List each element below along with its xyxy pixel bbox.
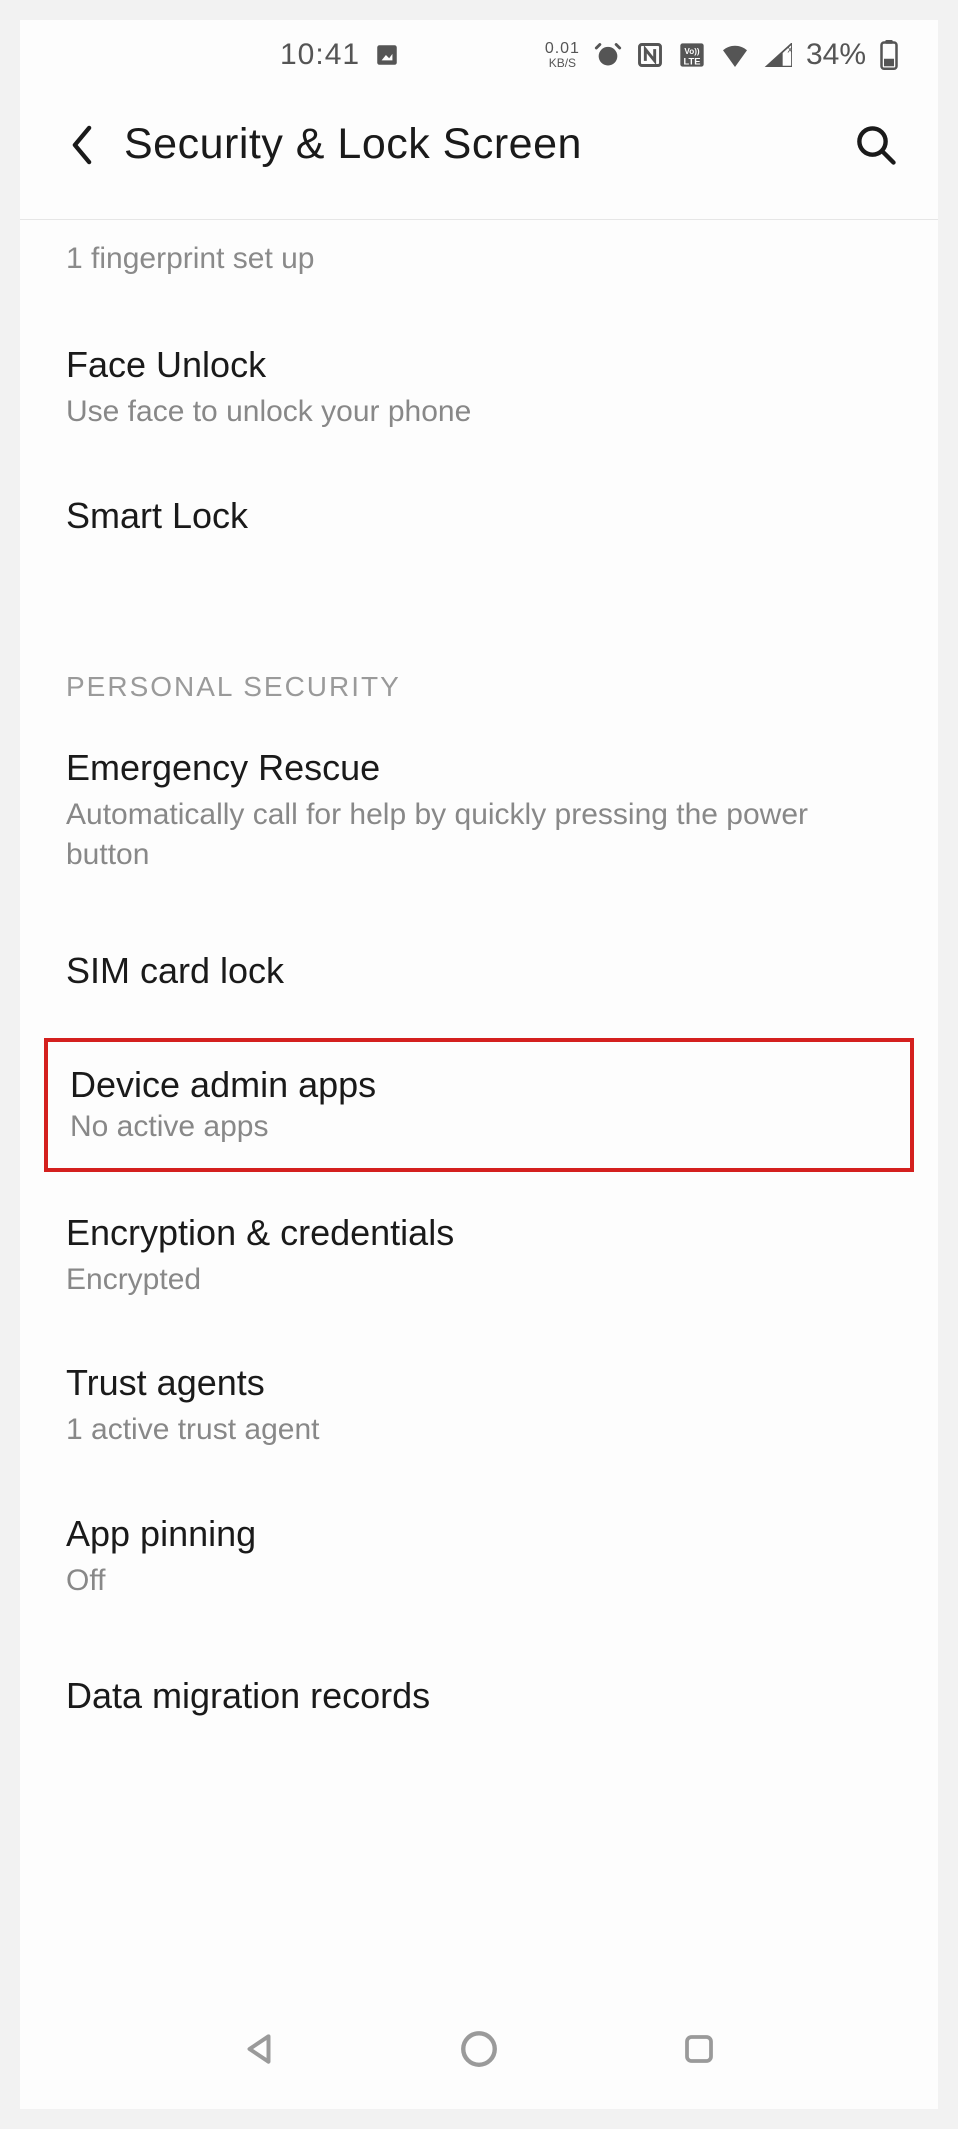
item-sub: Automatically call for help by quickly p…: [66, 795, 892, 876]
settings-list: 1 fingerprint set up Face Unlock Use fac…: [20, 220, 938, 1751]
search-button[interactable]: [854, 123, 898, 167]
item-title: Smart Lock: [66, 495, 892, 537]
item-sub: 1 active trust agent: [66, 1410, 892, 1451]
nav-bar: [20, 1989, 938, 2109]
item-sim-card-lock[interactable]: SIM card lock: [20, 910, 938, 1032]
item-smart-lock[interactable]: Smart Lock: [20, 467, 938, 571]
network-speed: 0.01 KB/S: [545, 41, 580, 69]
nav-home[interactable]: [454, 2024, 504, 2074]
back-button[interactable]: [62, 125, 102, 165]
item-title: App pinning: [66, 1513, 892, 1555]
item-emergency-rescue[interactable]: Emergency Rescue Automatically call for …: [20, 719, 938, 910]
svg-text:Vo)): Vo)): [684, 47, 700, 56]
battery-icon: [880, 40, 898, 70]
settings-screen: 10:41 0.01 KB/S Vo))LTE x: [20, 20, 938, 2109]
status-left: 10:41: [280, 38, 400, 72]
item-device-admin-apps[interactable]: Device admin apps No active apps: [44, 1038, 914, 1172]
page-header: Security & Lock Screen: [20, 90, 938, 220]
item-sub: 1 fingerprint set up: [66, 242, 892, 276]
nav-recent[interactable]: [674, 2024, 724, 2074]
item-encryption[interactable]: Encryption & credentials Encrypted: [20, 1184, 938, 1335]
item-title: Data migration records: [66, 1675, 892, 1717]
item-sub: Encrypted: [66, 1260, 892, 1301]
clock: 10:41: [280, 38, 360, 72]
volte-icon: Vo))LTE: [678, 41, 706, 69]
item-sub: Use face to unlock your phone: [66, 392, 892, 433]
alarm-icon: [594, 41, 622, 69]
nfc-icon: [636, 41, 664, 69]
wifi-icon: [720, 43, 750, 67]
battery-pct: 34%: [806, 38, 866, 72]
item-app-pinning[interactable]: App pinning Off: [20, 1485, 938, 1636]
signal-icon: x: [764, 43, 792, 67]
nav-back[interactable]: [234, 2024, 284, 2074]
item-title: Encryption & credentials: [66, 1212, 892, 1254]
status-bar: 10:41 0.01 KB/S Vo))LTE x: [20, 20, 938, 90]
svg-text:LTE: LTE: [683, 56, 700, 66]
page-title: Security & Lock Screen: [124, 120, 854, 169]
item-title: SIM card lock: [66, 950, 892, 992]
svg-text:x: x: [787, 44, 792, 56]
image-icon: [374, 42, 400, 68]
item-title: Trust agents: [66, 1362, 892, 1404]
item-face-unlock[interactable]: Face Unlock Use face to unlock your phon…: [20, 316, 938, 467]
item-title: Device admin apps: [70, 1064, 888, 1106]
fingerprint-status[interactable]: 1 fingerprint set up: [20, 220, 938, 316]
item-title: Emergency Rescue: [66, 747, 892, 789]
section-personal-security: PERSONAL SECURITY: [20, 571, 938, 719]
item-data-migration[interactable]: Data migration records: [20, 1635, 938, 1751]
item-title: Face Unlock: [66, 344, 892, 386]
item-sub: Off: [66, 1561, 892, 1602]
status-right: 0.01 KB/S Vo))LTE x 34%: [545, 38, 898, 72]
item-trust-agents[interactable]: Trust agents 1 active trust agent: [20, 1334, 938, 1485]
item-sub: No active apps: [70, 1110, 888, 1144]
